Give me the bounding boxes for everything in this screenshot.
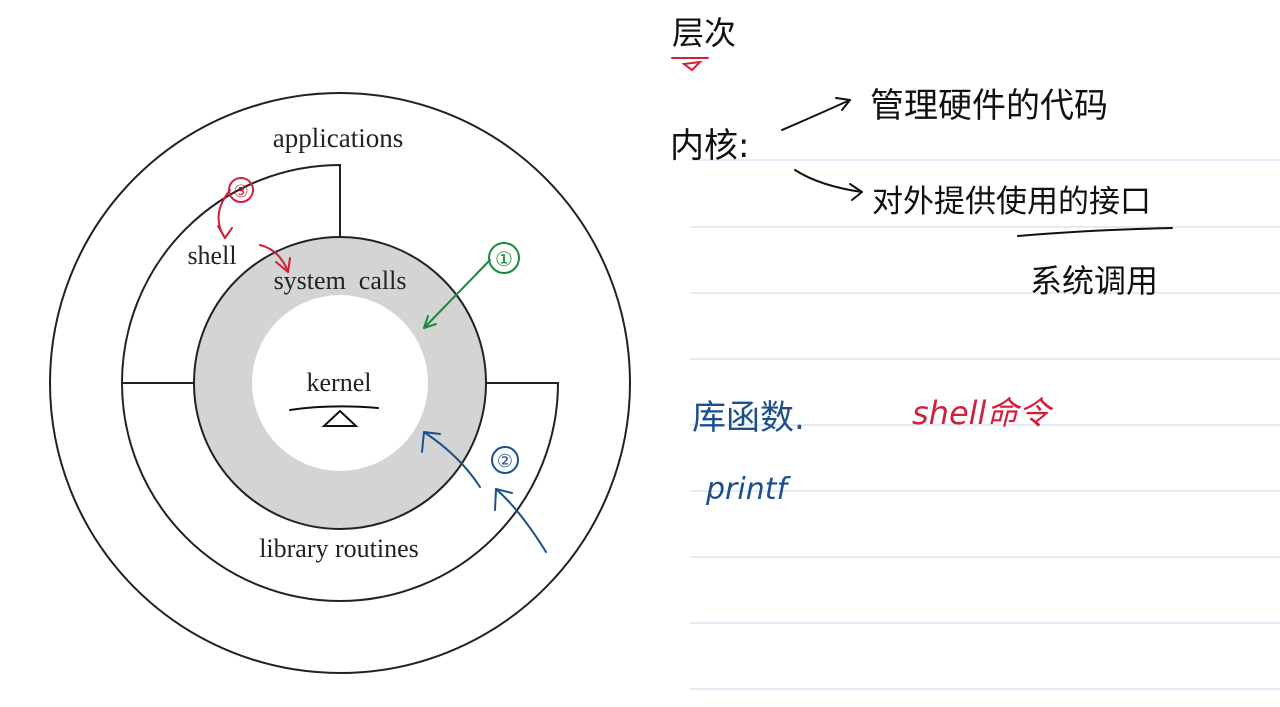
library-routines-label: library routines bbox=[259, 534, 419, 563]
applications-label: applications bbox=[273, 123, 403, 153]
shell-label: shell bbox=[187, 241, 236, 270]
kernel-note-point-syscall: 系统调用 bbox=[1030, 262, 1159, 300]
library-note-label: 库函数. bbox=[692, 398, 805, 438]
kernel-note-label: 内核: bbox=[670, 126, 750, 166]
os-layer-diagram: applications shell system calls library … bbox=[49, 92, 631, 674]
kernel-note-point-hardware: 管理硬件的代码 bbox=[870, 86, 1108, 126]
system-calls-label: system calls bbox=[274, 266, 407, 295]
notes-heading: 层次 bbox=[672, 14, 737, 52]
kernel-note-point-interface: 对外提供使用的接口 bbox=[872, 184, 1151, 220]
blue-marker-2: ② bbox=[497, 451, 513, 472]
green-marker-1: ① bbox=[495, 247, 513, 271]
library-note-example: printf bbox=[706, 472, 788, 507]
red-marker-3: ③ bbox=[233, 182, 248, 202]
shell-command-note: shell命令 bbox=[912, 394, 1051, 432]
kernel-label: kernel bbox=[307, 368, 372, 397]
